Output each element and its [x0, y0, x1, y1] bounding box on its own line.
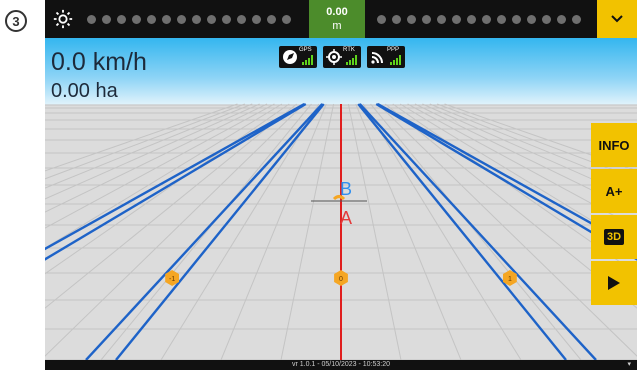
signal-bars-icon [346, 55, 357, 65]
point-a-label: A [340, 208, 352, 228]
signal-bars-icon [390, 55, 401, 65]
ppp-status[interactable]: PPP [367, 46, 405, 68]
area-readout: 0.00 ha [51, 80, 118, 102]
lightbar-led [452, 14, 461, 24]
guide-line [45, 102, 307, 261]
grid-line [347, 103, 402, 360]
lightbar-led [147, 14, 156, 24]
line-marker: 0 [334, 270, 348, 286]
lightbar-led [222, 14, 231, 24]
point-b-label: B [340, 179, 352, 199]
field-scene: -2-1012 B A [45, 102, 637, 360]
app-screen: 0.00 m -2-1012 [45, 0, 637, 370]
lightbar-led [267, 14, 276, 24]
line-markers: -2-1012 [165, 270, 517, 286]
guide-line [357, 103, 567, 360]
lightbar-led [192, 14, 201, 24]
lightbar-led [177, 14, 186, 24]
signal-bars-icon [302, 55, 313, 65]
speed-readout: 0.0 km/h [51, 48, 147, 76]
compass-icon [283, 50, 297, 64]
lightbar-led [437, 14, 446, 24]
guide-line [115, 103, 325, 360]
lightbar-led [392, 14, 401, 24]
lightbar-led [542, 14, 551, 24]
marker-label: 0 [339, 276, 343, 283]
grid-line [45, 103, 297, 309]
lightbar-led [527, 14, 536, 24]
grid-line [45, 103, 290, 275]
play-button[interactable] [591, 261, 637, 305]
add-point-label: A+ [605, 183, 623, 199]
distance-unit: m [332, 20, 342, 32]
lightbar-led [207, 14, 216, 24]
wifi-icon: ▾ [627, 361, 631, 368]
lightbar-led [422, 14, 431, 24]
lightbar-led [557, 14, 566, 24]
settings-gear-icon[interactable] [45, 0, 81, 38]
lightbar-led [117, 14, 126, 24]
crosshair-icon [326, 49, 342, 65]
grid-line [370, 103, 582, 360]
signal-indicators: GPS RTK PPP [279, 46, 405, 68]
marker-label: -1 [169, 276, 175, 283]
lightbar-led [497, 14, 506, 24]
lightbar-led [572, 14, 581, 24]
play-icon [608, 276, 620, 290]
version-text: vr 1.0.1 - 05/10/2023 - 10:53:20 [291, 361, 391, 368]
lightbar-left [81, 14, 309, 24]
lightbar-led [132, 14, 141, 24]
view-3d-label: 3D [603, 229, 625, 245]
chevron-down-icon [611, 15, 623, 23]
lightbar-led [512, 14, 521, 24]
info-label: INFO [598, 137, 630, 153]
expand-menu-button[interactable] [597, 0, 637, 38]
status-footer: vr 1.0.1 - 05/10/2023 - 10:53:20 ▾ [45, 360, 637, 370]
grid-line [280, 103, 335, 360]
grid-line [100, 103, 312, 360]
ppp-label: PPP [387, 47, 400, 53]
guidance-lines [45, 102, 637, 360]
broadcast-icon [371, 52, 383, 64]
add-point-button[interactable]: A+ [591, 169, 637, 213]
lightbar-led [162, 14, 171, 24]
view-3d-button[interactable]: 3D [591, 215, 637, 259]
marker-label: 1 [508, 276, 512, 283]
rtk-status[interactable]: RTK [323, 46, 361, 68]
rtk-label: RTK [343, 47, 355, 53]
distance-value: 0.00 [326, 6, 348, 18]
guide-line [45, 102, 305, 251]
top-bar: 0.00 m [45, 0, 637, 38]
cross-track-distance: 0.00 m [309, 0, 365, 38]
callout-number: 3 [5, 10, 27, 32]
lightbar-led [482, 14, 491, 24]
lightbar-led [252, 14, 261, 24]
info-button[interactable]: INFO [591, 123, 637, 167]
gps-label: GPS [299, 47, 312, 53]
lightbar-led [282, 14, 291, 24]
grid-line [45, 103, 305, 357]
lightbar-led [102, 14, 111, 24]
lightbar-led [467, 14, 476, 24]
lightbar-led [407, 14, 416, 24]
lightbar-led [87, 14, 96, 24]
lightbar-right [365, 14, 607, 24]
guidance-3d-view[interactable]: -2-1012 B A 0.0 km/h 0.00 ha GPS [45, 38, 637, 360]
side-toolbar: INFO A+ 3D [591, 123, 637, 307]
lightbar-led [377, 14, 386, 24]
gps-status[interactable]: GPS [279, 46, 317, 68]
lightbar-led [237, 14, 246, 24]
